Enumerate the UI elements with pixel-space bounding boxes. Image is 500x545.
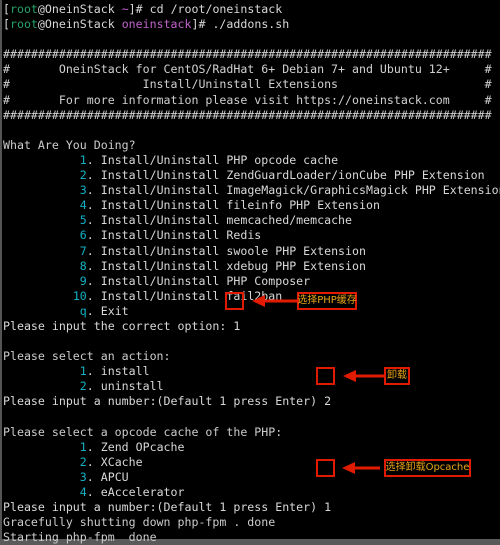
menu-item-number: 4	[79, 198, 87, 213]
terminal-window: [root@OneinStack ~]# cd /root/oneinstack…	[0, 0, 500, 545]
section-heading-what-are-you-doing: What Are You Doing?	[3, 137, 136, 152]
bracket-close: ]#	[191, 17, 213, 32]
prompt-line-1: [root@OneinStack ~]# cd /root/oneinstack	[3, 2, 500, 17]
menu-item-number: 2	[79, 168, 87, 183]
prompt-host: OneinStack	[44, 17, 115, 32]
section-heading-select-action: Please select an action:	[3, 349, 171, 364]
command-text: cd /root/oneinstack	[149, 2, 283, 16]
highlight-box-option-answer-1	[225, 292, 244, 310]
menu-item-number: 3	[79, 183, 87, 198]
terminal-left-edge	[0, 0, 2, 545]
prompt-label: Please input a number:(Default 1 press E…	[3, 500, 325, 515]
prompt-label: Please input the correct option:	[3, 318, 234, 333]
menu-item-number: 1	[79, 439, 87, 454]
banner-line-1: # OneinStack for CentOS/RadHat 6+ Debian…	[3, 62, 492, 77]
prompt-answer: 1	[233, 318, 241, 333]
prompt-answer: 2	[324, 394, 332, 409]
menu-item[interactable]: 4. Install/Uninstall fileinfo PHP Extens…	[3, 198, 500, 213]
menu-item-label: install	[100, 364, 150, 379]
menu-item-label: Install/Uninstall ZendGuardLoader/ionCub…	[100, 168, 485, 183]
menu-item[interactable]: 6. Install/Uninstall Redis	[3, 228, 500, 243]
menu-item-label: Install/Uninstall PHP opcode cache	[100, 152, 339, 167]
banner-line-2: # Install/Uninstall Extensions #	[3, 77, 492, 92]
prompt-path: oneinstack	[121, 17, 192, 32]
menu-item-label: APCU	[100, 469, 129, 484]
menu-item[interactable]: 7. Install/Uninstall swoole PHP Extensio…	[3, 244, 500, 259]
menu-item-number: 3	[79, 469, 87, 484]
menu-item-number: 10	[72, 288, 87, 303]
menu-item-label: Install/Uninstall memcached/memcache	[100, 213, 353, 228]
arrow-icon-1	[252, 295, 300, 307]
prompt-host: OneinStack	[44, 2, 115, 16]
menu-item-number: 4	[79, 485, 87, 499]
banner-rule-top: ########################################…	[3, 47, 492, 62]
menu-item[interactable]: 9. Install/Uninstall PHP Composer	[3, 274, 500, 289]
prompt-at: @	[37, 17, 45, 32]
menu-item-number: 2	[79, 454, 87, 469]
menu-item-number: 8	[79, 258, 87, 273]
section-heading-select-opcode-cache: Please select a opcode cache of the PHP:	[3, 424, 283, 439]
menu-item-label: eAccelerator	[100, 485, 185, 499]
menu-item-number: 1	[79, 364, 87, 379]
bracket-close: ]#	[128, 2, 150, 16]
output-line-shutdown: Gracefully shutting down php-fpm . done	[3, 515, 276, 530]
menu-item-label: Install/Uninstall Redis	[100, 228, 262, 243]
menu-item[interactable]: 5. Install/Uninstall memcached/memcache	[3, 213, 500, 228]
annotation-label-uninstall: 卸载	[384, 367, 410, 385]
menu-item-number: 1	[79, 152, 87, 167]
prompt-path: ~	[121, 2, 129, 16]
menu-item[interactable]: 1. install	[3, 364, 500, 379]
input-prompt-action[interactable]: Please input a number:(Default 1 press E…	[3, 394, 500, 409]
prompt-user: root	[9, 17, 38, 32]
arrow-icon-2	[343, 370, 385, 382]
highlight-box-action-answer-2	[316, 367, 335, 385]
input-prompt-option[interactable]: Please input the correct option: 1	[3, 319, 500, 334]
prompt-answer: 1	[324, 500, 332, 515]
prompt-user: root	[9, 2, 38, 16]
menu-item-label: Install/Uninstall ImageMagick/GraphicsMa…	[100, 183, 500, 198]
annotation-label-select-php-cache: 选择PHP缓存	[297, 292, 357, 310]
menu-item-label: Install/Uninstall xdebug PHP Extension	[100, 258, 366, 273]
menu-item-number: 9	[79, 273, 87, 288]
prompt-line-2: [root@OneinStack oneinstack]# ./addons.s…	[3, 17, 500, 32]
menu-item-number: 2	[79, 379, 87, 394]
menu-item-label: Exit	[100, 303, 129, 318]
arrow-icon-3	[342, 462, 380, 474]
menu-item-number: 6	[79, 228, 87, 243]
menu-item[interactable]: 2. uninstall	[3, 379, 500, 394]
menu-item-label: Install/Uninstall PHP Composer	[100, 273, 311, 288]
menu-item-number: q	[79, 303, 87, 318]
menu-item-label: XCache	[100, 454, 143, 469]
menu-item-label: Zend OPcache	[100, 439, 185, 454]
menu-item[interactable]: 4. eAccelerator	[3, 485, 500, 500]
menu-item[interactable]: 3. Install/Uninstall ImageMagick/Graphic…	[3, 183, 500, 198]
menu-item[interactable]: 1. Install/Uninstall PHP opcode cache	[3, 153, 500, 168]
menu-item-label: Install/Uninstall swoole PHP Extension	[100, 243, 366, 258]
menu-item[interactable]: 8. Install/Uninstall xdebug PHP Extensio…	[3, 259, 500, 274]
bracket-open: [	[3, 17, 10, 32]
menu-item-label: Install/Uninstall fileinfo PHP Extension	[100, 198, 380, 213]
prompt-label: Please input a number:(Default 1 press E…	[3, 394, 325, 409]
banner-line-3: # For more information please visit http…	[3, 92, 492, 107]
bracket-open: [	[3, 2, 10, 16]
command-text: ./addons.sh	[212, 17, 290, 32]
highlight-box-opcache-answer-1	[316, 459, 335, 477]
banner-rule-bottom: ########################################…	[3, 107, 492, 122]
menu-item[interactable]: 1. Zend OPcache	[3, 440, 500, 455]
prompt-at: @	[37, 2, 45, 16]
menu-item-number: 7	[79, 243, 87, 258]
menu-item[interactable]: 2. Install/Uninstall ZendGuardLoader/ion…	[3, 168, 500, 183]
annotation-label-select-uninstall-opcache: 选择卸载Opcache	[384, 459, 471, 477]
menu-item-label: uninstall	[100, 379, 164, 394]
input-prompt-opcode-cache[interactable]: Please input a number:(Default 1 press E…	[3, 500, 500, 515]
output-line-starting: Starting php-fpm done	[3, 530, 157, 545]
menu-item-number: 5	[79, 213, 87, 228]
